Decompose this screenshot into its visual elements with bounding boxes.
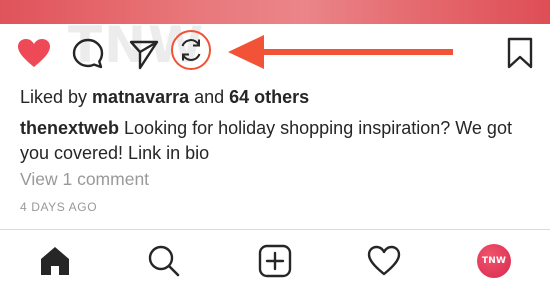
add-post-icon[interactable]: [258, 244, 292, 278]
instagram-post-screen: TNW Liked by matnavarra and 64 others th…: [0, 0, 550, 289]
bottom-tab-bar: TNW: [0, 229, 550, 289]
post-action-bar: [0, 24, 550, 82]
avatar: TNW: [477, 244, 511, 278]
likes-others-link[interactable]: 64 others: [229, 87, 309, 107]
likes-connector: and: [189, 87, 230, 107]
post-caption: thenextweb Looking for holiday shopping …: [20, 116, 532, 166]
profile-avatar[interactable]: TNW: [477, 244, 511, 278]
heart-outline-icon[interactable]: [367, 244, 401, 278]
repost-arrows-icon[interactable]: [178, 37, 204, 63]
home-icon[interactable]: [38, 244, 72, 278]
arrow-annotation-icon: [228, 35, 453, 69]
bookmark-icon[interactable]: [507, 37, 533, 69]
likes-summary: Liked by matnavarra and 64 others: [20, 85, 532, 110]
likes-prefix: Liked by: [20, 87, 93, 107]
liker-username-link[interactable]: matnavarra: [92, 87, 189, 107]
view-comments-link[interactable]: View 1 comment: [20, 167, 149, 192]
caption-username-link[interactable]: thenextweb: [20, 118, 119, 138]
search-icon[interactable]: [147, 244, 181, 278]
avatar-text: TNW: [481, 256, 507, 266]
post-timestamp: 4 DAYS AGO: [20, 200, 98, 214]
paper-plane-icon[interactable]: [128, 38, 160, 70]
heart-filled-icon[interactable]: [17, 38, 51, 68]
comment-bubble-icon[interactable]: [71, 37, 105, 71]
